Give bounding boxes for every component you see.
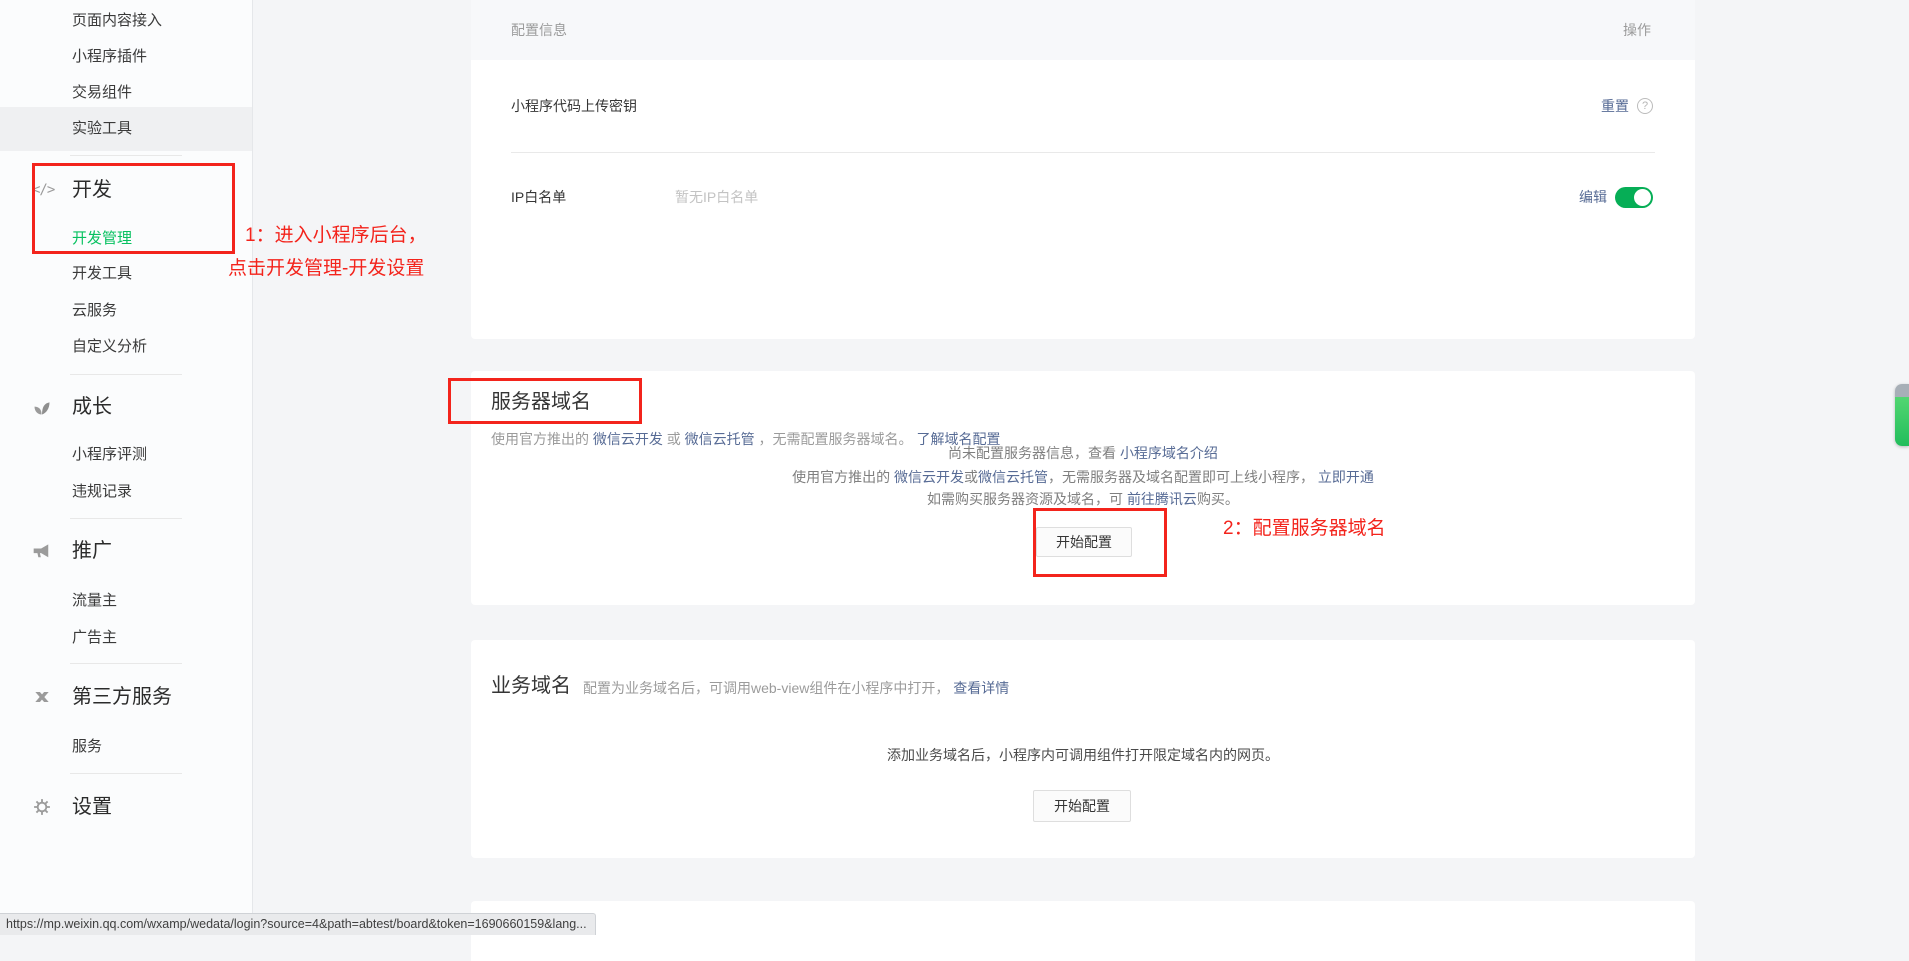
sidebar-section-third-party[interactable]: 第三方服务 bbox=[72, 685, 172, 709]
megaphone-icon bbox=[32, 541, 54, 563]
gear-icon bbox=[32, 797, 54, 819]
sidebar-section-promotion[interactable]: 推广 bbox=[72, 539, 112, 563]
sidebar-divider bbox=[70, 155, 182, 156]
config-card-header: 配置信息 操作 bbox=[471, 0, 1695, 60]
sidebar-item-dev-tools[interactable]: 开发工具 bbox=[72, 263, 132, 285]
sidebar-item-custom-analysis[interactable]: 自定义分析 bbox=[72, 336, 147, 358]
next-section-card bbox=[471, 901, 1695, 961]
annotation-step2: 2：配置服务器域名 bbox=[1223, 512, 1386, 545]
annotation-box-dev-management bbox=[32, 163, 235, 254]
sidebar: 页面内容接入 小程序插件 交易组件 实验工具 </> 开发 开发管理 开发工具 … bbox=[0, 0, 253, 935]
sidebar-divider bbox=[70, 773, 182, 774]
business-domain-subtitle: 配置为业务域名后，可调用web-view组件在小程序中打开， 查看详情 bbox=[583, 677, 1009, 699]
edit-ip-whitelist-link[interactable]: 编辑 bbox=[1579, 187, 1607, 207]
sidebar-divider bbox=[70, 518, 182, 519]
empty-text: 如需购买服务器资源及域名，可 bbox=[927, 491, 1127, 507]
goto-tencent-cloud-link[interactable]: 前往腾讯云 bbox=[1127, 491, 1197, 507]
server-domain-empty-line3: 如需购买服务器资源及域名，可 前往腾讯云购买。 bbox=[471, 488, 1695, 510]
annotation-box-server-domain bbox=[448, 378, 642, 424]
annotation-step1: 1：进入小程序后台， 点击开发管理-开发设置 bbox=[228, 219, 427, 285]
sidebar-divider bbox=[70, 374, 182, 375]
empty-text: 购买。 bbox=[1197, 491, 1239, 507]
config-info-card: 配置信息 操作 小程序代码上传密钥 重置 ? IP白名单 暂无IP白名单 编辑 bbox=[471, 0, 1695, 339]
upload-key-actions: 重置 ? bbox=[1601, 95, 1653, 117]
sidebar-item-trade-component[interactable]: 交易组件 bbox=[72, 82, 132, 104]
sidebar-item-advertiser[interactable]: 广告主 bbox=[72, 627, 117, 649]
sidebar-divider bbox=[70, 663, 182, 664]
config-info-title: 配置信息 bbox=[511, 19, 567, 41]
wechat-cloud-hosting-link[interactable]: 微信云托管 bbox=[978, 469, 1048, 485]
floating-widget-cap bbox=[1895, 384, 1909, 397]
sidebar-item-traffic-owner[interactable]: 流量主 bbox=[72, 590, 117, 612]
sidebar-item-page-content-access[interactable]: 页面内容接入 bbox=[72, 10, 162, 32]
server-domain-empty-line1: 尚未配置服务器信息，查看 小程序域名介绍 bbox=[471, 442, 1695, 464]
sidebar-section-growth[interactable]: 成长 bbox=[72, 395, 112, 419]
reset-key-link[interactable]: 重置 bbox=[1601, 96, 1629, 116]
status-bar-link-preview: https://mp.weixin.qq.com/wxamp/wedata/lo… bbox=[0, 913, 596, 935]
sidebar-item-violation-record[interactable]: 违规记录 bbox=[72, 481, 132, 503]
server-domain-empty-line2: 使用官方推出的 微信云开发或微信云托管，无需服务器及域名配置即可上线小程序， 立… bbox=[471, 466, 1695, 488]
sidebar-item-mp-evaluation[interactable]: 小程序评测 bbox=[72, 444, 147, 466]
annotation-step1-line1: 1：进入小程序后台， bbox=[228, 219, 427, 252]
floating-helper-widget[interactable] bbox=[1895, 384, 1909, 446]
third-party-icon bbox=[32, 687, 54, 709]
view-details-link[interactable]: 查看详情 bbox=[953, 680, 1009, 696]
ip-whitelist-label: IP白名单 bbox=[511, 186, 566, 208]
sidebar-item-service[interactable]: 服务 bbox=[72, 736, 102, 758]
activate-now-link[interactable]: 立即开通 bbox=[1318, 469, 1374, 485]
ip-whitelist-value: 暂无IP白名单 bbox=[675, 186, 758, 208]
floating-widget-body bbox=[1895, 397, 1909, 446]
sidebar-item-miniprogram-plugin[interactable]: 小程序插件 bbox=[72, 46, 147, 68]
empty-text: ，无需服务器及域名配置即可上线小程序， bbox=[1048, 469, 1318, 485]
upload-key-label: 小程序代码上传密钥 bbox=[511, 95, 637, 117]
sidebar-section-settings[interactable]: 设置 bbox=[72, 795, 112, 819]
row-divider bbox=[511, 152, 1655, 153]
empty-text: 尚未配置服务器信息，查看 bbox=[948, 445, 1120, 461]
help-icon[interactable]: ? bbox=[1637, 98, 1653, 114]
business-domain-card: 业务域名 配置为业务域名后，可调用web-view组件在小程序中打开， 查看详情… bbox=[471, 640, 1695, 858]
annotation-step1-line2: 点击开发管理-开发设置 bbox=[228, 252, 427, 285]
config-action-column-label: 操作 bbox=[1623, 19, 1651, 41]
sidebar-item-cloud-service[interactable]: 云服务 bbox=[72, 300, 117, 322]
empty-text: 或 bbox=[964, 469, 978, 485]
sidebar-item-experiment-tools[interactable]: 实验工具 bbox=[72, 118, 132, 140]
toggle-knob bbox=[1634, 189, 1651, 206]
empty-text: 使用官方推出的 bbox=[792, 469, 894, 485]
wechat-cloud-dev-link[interactable]: 微信云开发 bbox=[894, 469, 964, 485]
business-domain-description: 添加业务域名后，小程序内可调用组件打开限定域名内的网页。 bbox=[471, 744, 1695, 766]
business-domain-start-config-button[interactable]: 开始配置 bbox=[1033, 790, 1131, 822]
subtitle-text: 配置为业务域名后，可调用web-view组件在小程序中打开， bbox=[583, 680, 953, 696]
ip-whitelist-actions: 编辑 bbox=[1579, 186, 1653, 208]
business-domain-title: 业务域名 bbox=[491, 674, 571, 698]
annotation-box-start-config bbox=[1033, 508, 1167, 577]
sprout-icon bbox=[32, 397, 54, 419]
mp-domain-intro-link[interactable]: 小程序域名介绍 bbox=[1120, 445, 1218, 461]
server-domain-card: 服务器域名 使用官方推出的 微信云开发 或 微信云托管 ，无需配置服务器域名。 … bbox=[471, 371, 1695, 605]
ip-whitelist-toggle[interactable] bbox=[1615, 187, 1653, 208]
